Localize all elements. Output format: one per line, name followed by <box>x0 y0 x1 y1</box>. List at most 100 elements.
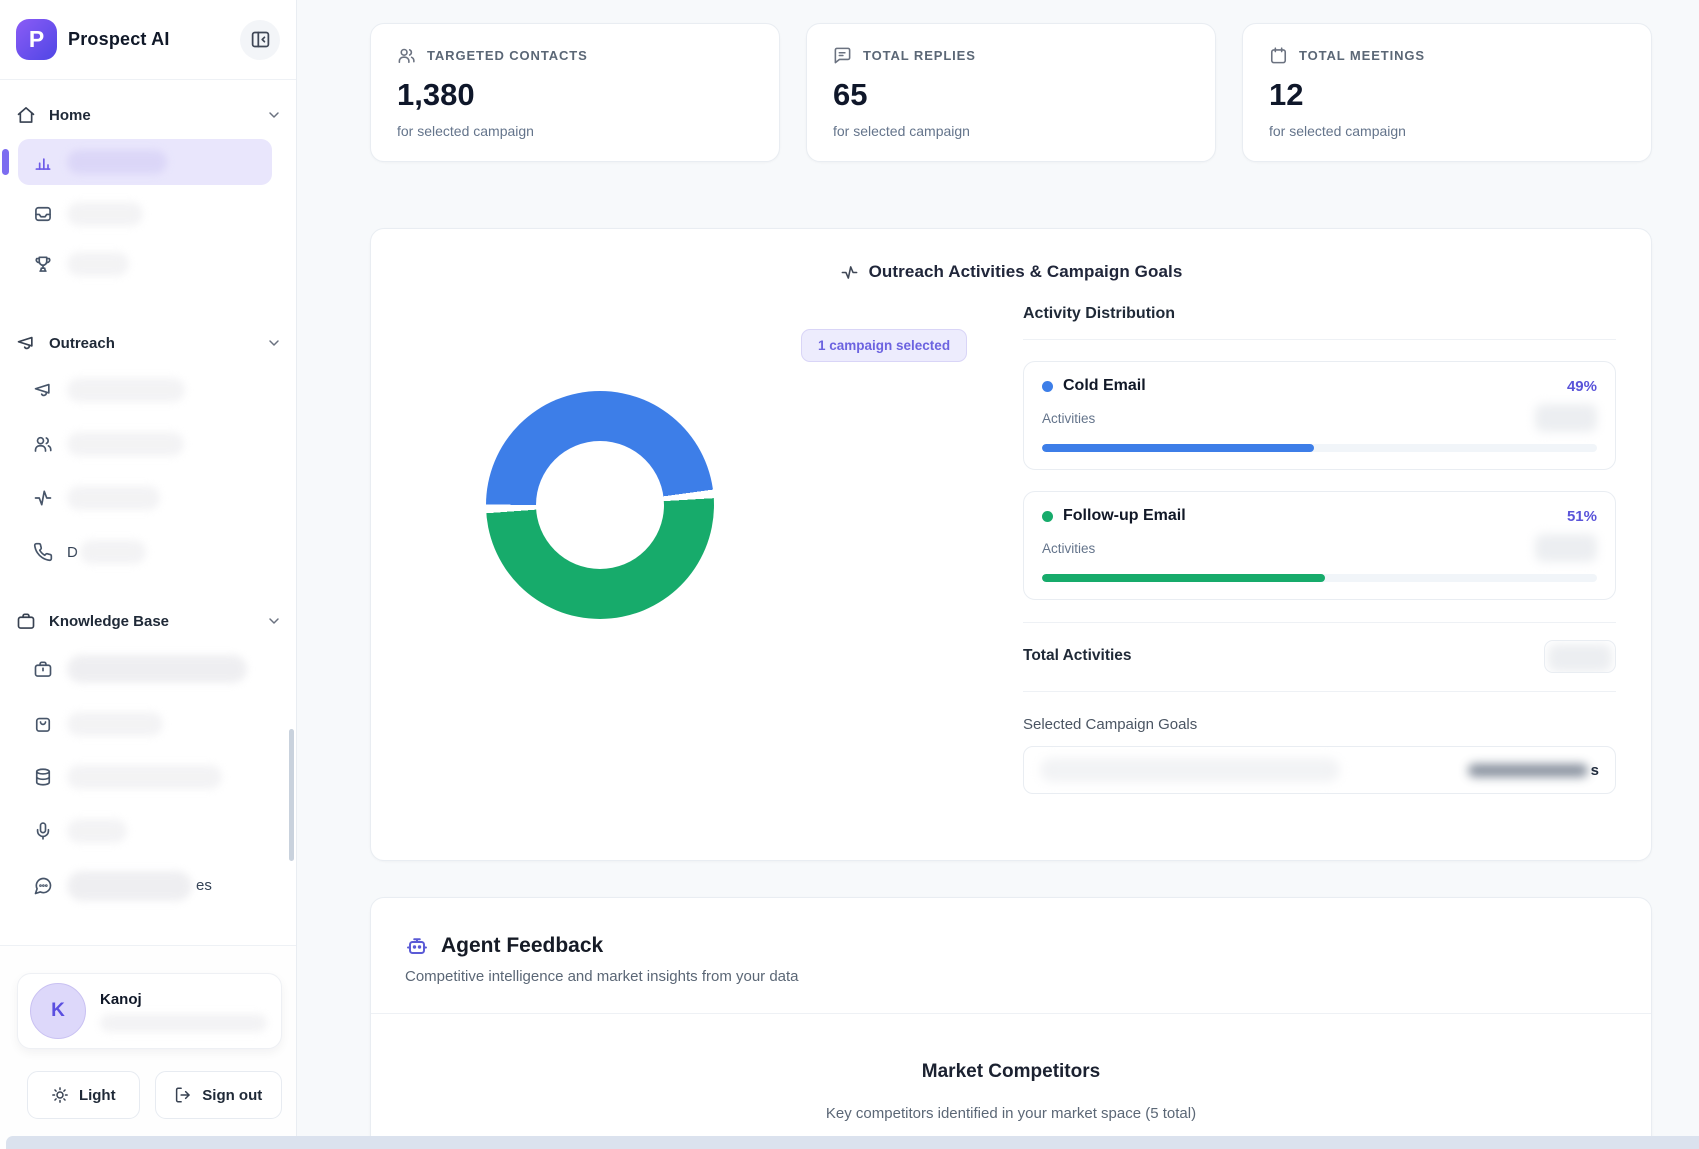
legend-dot <box>1042 510 1053 522</box>
megaphone-icon <box>33 380 53 400</box>
agent-feedback-title: Agent Feedback <box>441 934 604 957</box>
inbox-icon <box>33 204 53 224</box>
active-indicator <box>2 149 9 175</box>
sidebar-section-outreach[interactable]: Outreach <box>0 323 296 363</box>
chevron-down-icon <box>266 107 282 123</box>
sidebar-section-knowledge-base[interactable]: Knowledge Base <box>0 601 296 641</box>
progress-fill-followup-email <box>1042 574 1326 582</box>
avatar: K <box>30 983 86 1039</box>
chart-card-title: Outreach Activities & Campaign Goals <box>868 262 1183 281</box>
donut-chart <box>486 391 714 619</box>
donut-hole <box>536 441 664 569</box>
horizontal-scrollbar[interactable] <box>6 1136 1699 1149</box>
app-name: Prospect AI <box>68 29 170 49</box>
outreach-activities-card: Outreach Activities & Campaign Goals 1 c… <box>370 228 1652 861</box>
sidebar-nav: Home Outreach D Knowledge Base es <box>0 81 296 945</box>
log-out-icon <box>174 1086 192 1104</box>
sidebar-item-meeting-notes[interactable]: es <box>0 858 296 913</box>
activity-distribution-panel: Activity Distribution Cold Email 49% Act… <box>1023 305 1616 794</box>
redacted-label <box>67 711 163 736</box>
panel-collapse-icon <box>250 29 271 50</box>
activity-icon <box>33 488 53 508</box>
redacted-activity-count <box>1535 404 1597 432</box>
progress-track <box>1042 574 1597 582</box>
users-icon <box>33 434 53 454</box>
total-activities-badge <box>1544 639 1616 673</box>
redacted-label <box>67 432 184 456</box>
user-card[interactable]: K Kanoj <box>17 973 282 1049</box>
sidebar-footer: K Kanoj Light Sign out <box>0 945 296 1149</box>
redacted-label <box>67 202 143 226</box>
sidebar-section-label: Outreach <box>49 334 115 352</box>
activity-icon <box>840 263 859 282</box>
redacted-goal-value <box>1467 763 1588 777</box>
agent-feedback-card: Agent Feedback Competitive intelligence … <box>370 897 1652 1149</box>
redacted-label <box>67 654 247 683</box>
stats-row: TARGETED CONTACTS 1,380 for selected cam… <box>370 23 1652 162</box>
trophy-icon <box>33 254 53 274</box>
briefcase-icon <box>16 611 36 631</box>
redacted-label <box>67 486 160 510</box>
divider <box>1023 691 1616 692</box>
sidebar-item-campaigns[interactable] <box>0 363 296 417</box>
stat-label: TARGETED CONTACTS <box>427 48 588 63</box>
sidebar-item-voice[interactable] <box>0 803 296 858</box>
sun-icon <box>51 1086 69 1104</box>
sidebar-header: KP Prospect AI <box>0 0 296 80</box>
briefcase-icon <box>33 659 53 679</box>
total-activities-row: Total Activities <box>1023 623 1616 689</box>
sidebar-item-company-knowledge[interactable] <box>0 641 296 696</box>
redacted-goal-text <box>1040 758 1340 782</box>
activity-percent: 49% <box>1566 377 1597 395</box>
sidebar-item-achievements[interactable] <box>0 239 296 289</box>
activity-sub-label: Activities <box>1042 410 1096 426</box>
redacted-label <box>67 150 167 174</box>
redacted-label <box>67 818 127 843</box>
sidebar-item-dialer[interactable]: D <box>0 525 296 579</box>
activity-card-cold-email: Cold Email 49% Activities <box>1023 361 1616 470</box>
sidebar-item-inbox[interactable] <box>0 189 296 239</box>
stat-sub: for selected campaign <box>1269 123 1406 139</box>
stat-value: 12 <box>1269 77 1304 112</box>
sidebar-section-home[interactable]: Home <box>0 95 296 135</box>
redacted-label <box>67 252 129 276</box>
users-icon <box>397 46 416 65</box>
campaign-selected-badge[interactable]: 1 campaign selected <box>801 329 968 362</box>
redacted-label <box>67 378 185 402</box>
user-name: Kanoj <box>100 990 142 1008</box>
message-circle-icon <box>33 876 53 896</box>
main-content: TARGETED CONTACTS 1,380 for selected cam… <box>370 0 1652 1149</box>
activity-name: Follow-up Email <box>1063 507 1186 524</box>
sidebar-scrollbar-thumb[interactable] <box>289 729 294 861</box>
chevron-down-icon <box>266 335 282 351</box>
calendar-icon <box>1269 46 1288 65</box>
sidebar-section-label: Home <box>49 106 91 124</box>
robot-icon <box>405 934 429 958</box>
stat-label: TOTAL MEETINGS <box>1299 48 1425 63</box>
home-icon <box>16 105 36 125</box>
redacted-label <box>67 870 192 901</box>
sidebar-item-activity[interactable] <box>0 471 296 525</box>
stat-card-total-meetings: TOTAL MEETINGS 12 for selected campaign <box>1242 23 1652 162</box>
sidebar-item-data[interactable] <box>0 751 296 803</box>
activity-card-followup-email: Follow-up Email 51% Activities <box>1023 491 1616 600</box>
stat-card-targeted-contacts: TARGETED CONTACTS 1,380 for selected cam… <box>370 23 780 162</box>
sidebar-item-contacts[interactable] <box>0 417 296 471</box>
sidebar-collapse-button[interactable] <box>240 19 280 60</box>
redacted-label <box>67 765 222 789</box>
redacted-label-prefix: D <box>67 543 78 561</box>
market-competitors-subtitle: Key competitors identified in your marke… <box>825 1105 1197 1122</box>
sidebar-item-products[interactable] <box>0 696 296 751</box>
theme-toggle-button[interactable]: Light <box>27 1071 140 1119</box>
sidebar-section-label: Knowledge Base <box>49 612 170 630</box>
agent-feedback-subtitle: Competitive intelligence and market insi… <box>405 968 799 985</box>
goal-value-suffix: s <box>1590 761 1599 779</box>
sign-out-button[interactable]: Sign out <box>154 1071 282 1119</box>
progress-track <box>1042 444 1597 452</box>
activity-name: Cold Email <box>1063 377 1146 394</box>
sidebar-item-dashboard-active[interactable] <box>2 139 272 185</box>
campaign-goal-item: s <box>1023 746 1616 794</box>
shopping-bag-icon <box>33 714 53 734</box>
database-icon <box>33 767 53 787</box>
stat-sub: for selected campaign <box>833 123 970 139</box>
